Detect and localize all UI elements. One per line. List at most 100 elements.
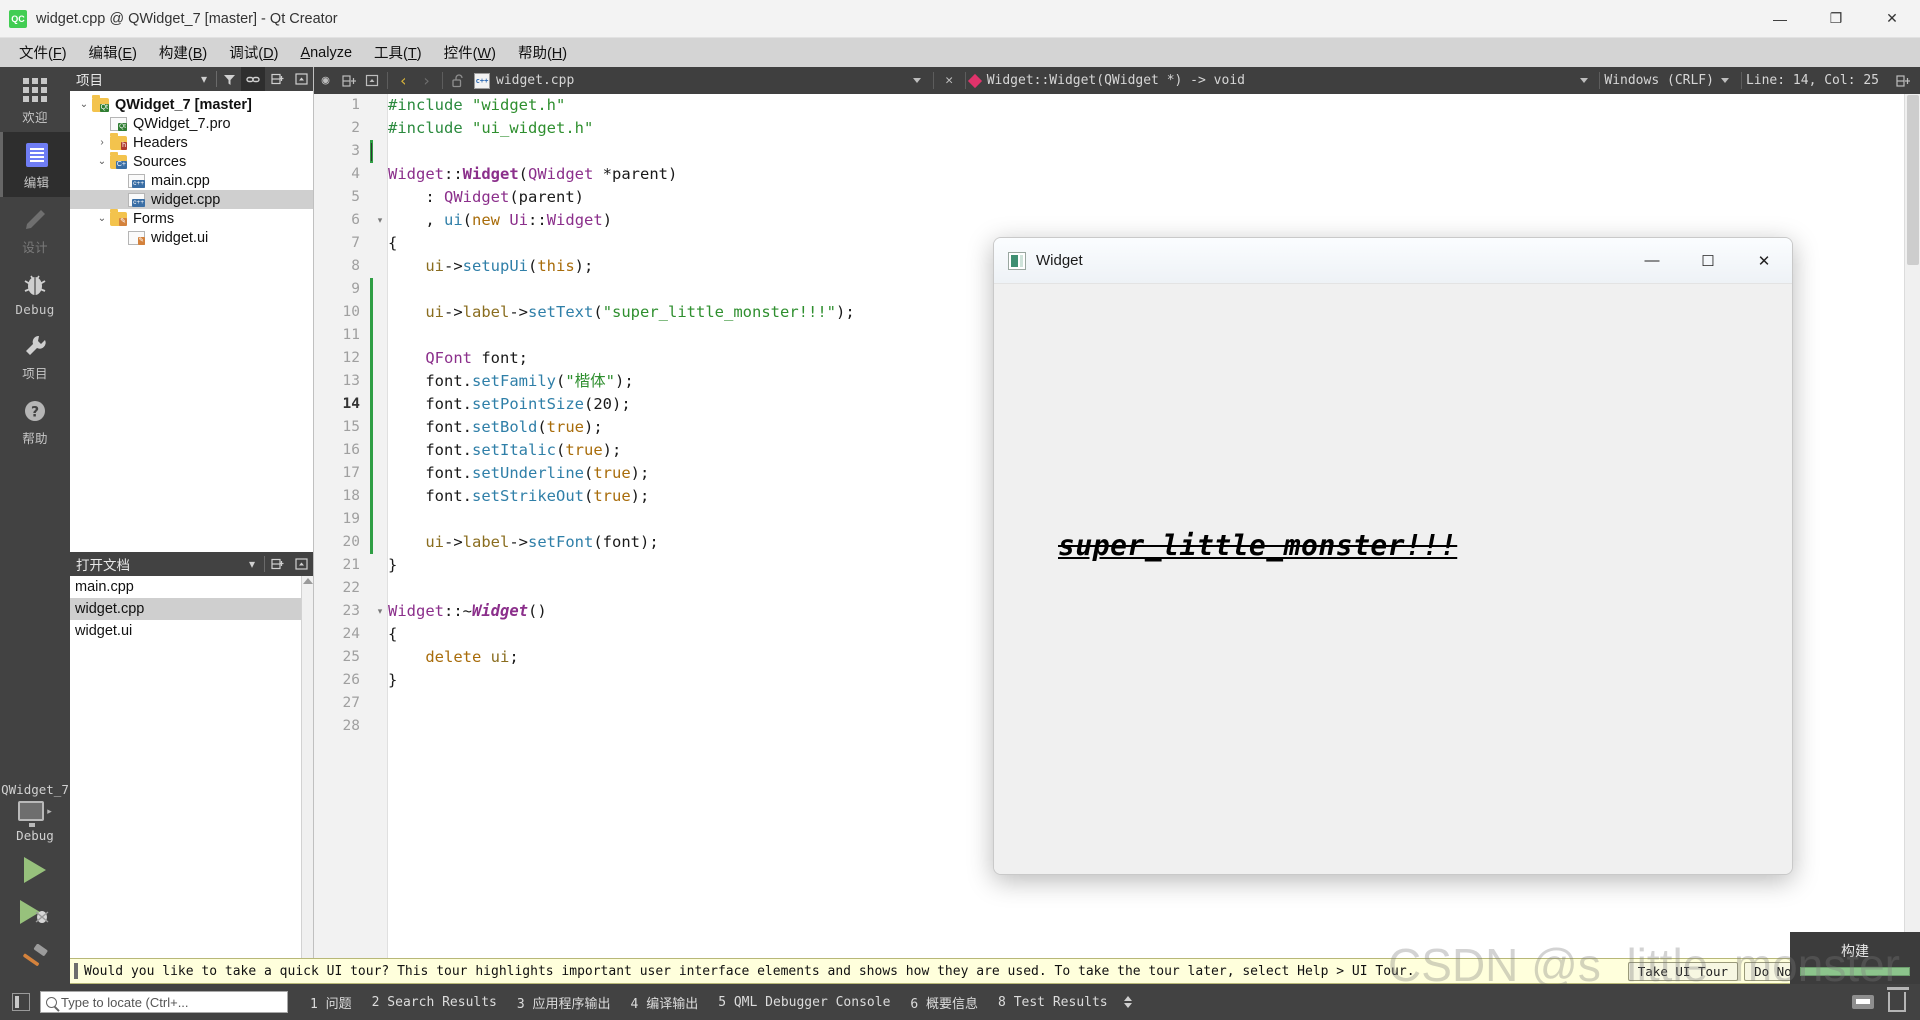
build-progress-popup[interactable]: 构建 xyxy=(1790,932,1920,984)
code-token: QFont xyxy=(425,349,472,367)
menu-item-7[interactable]: 帮助(H) xyxy=(507,38,578,67)
menu-item-3[interactable]: 调试(D) xyxy=(218,38,289,67)
cursor-position-label[interactable]: Line: 14, Col: 25 xyxy=(1746,73,1891,88)
output-pane-6[interactable]: 6 概要信息 xyxy=(900,993,988,1012)
split-icon[interactable] xyxy=(265,552,289,576)
code-line[interactable]: , ui(new Ui::Widget) xyxy=(388,209,1904,232)
widget-app-window[interactable]: Widget — ☐ ✕ super_little_monster!!! xyxy=(993,237,1793,875)
mode-项目[interactable]: 项目 xyxy=(0,323,70,388)
close-document-icon[interactable]: ✕ xyxy=(938,67,961,94)
progress-details-icon[interactable] xyxy=(1852,995,1874,1009)
editor-vertical-scrollbar[interactable] xyxy=(1904,94,1920,975)
line-ending-dropdown-icon[interactable] xyxy=(1714,67,1737,94)
back-arrow-icon[interactable]: ‹ xyxy=(392,67,415,94)
run-button[interactable] xyxy=(24,857,46,883)
code-token: ); xyxy=(835,303,855,321)
line-ending-label[interactable]: Windows (CRLF) xyxy=(1604,73,1714,88)
menu-item-6[interactable]: 控件(W) xyxy=(433,38,507,67)
build-button[interactable] xyxy=(20,943,50,970)
code-line[interactable]: #include "widget.h" xyxy=(388,94,1904,117)
tree-expander-icon[interactable]: ⌄ xyxy=(94,213,110,224)
project-tree[interactable]: ⌄ Qt QWidget_7 [master] Qt QWidget_7.pro › h He… xyxy=(70,91,313,552)
clear-output-icon[interactable] xyxy=(1887,987,1909,1012)
output-panel-updown-icon[interactable] xyxy=(1123,996,1132,1008)
tree-item-label: main.cpp xyxy=(151,172,210,189)
widget-maximize-button[interactable]: ☐ xyxy=(1680,238,1736,284)
tree-item-widget-ui[interactable]: ✎ widget.ui xyxy=(70,228,313,247)
ui-tour-banner: Would you like to take a quick UI tour? … xyxy=(70,958,1920,984)
menu-item-4[interactable]: Analyze xyxy=(289,41,363,65)
scroll-up-icon[interactable] xyxy=(302,578,313,584)
code-line[interactable]: #include "ui_widget.h" xyxy=(388,117,1904,140)
code-token: ui xyxy=(490,648,510,666)
forward-arrow-icon[interactable]: › xyxy=(415,67,438,94)
code-line[interactable]: Widget::Widget(QWidget *parent) xyxy=(388,163,1904,186)
widget-minimize-button[interactable]: — xyxy=(1624,238,1680,284)
unlocked-icon[interactable] xyxy=(447,67,470,94)
tree-item-headers[interactable]: › h Headers xyxy=(70,132,313,152)
toolbar-divider xyxy=(932,72,934,89)
output-pane-3[interactable]: 3 应用程序输出 xyxy=(507,993,621,1012)
tree-item-qwidget-7-master-[interactable]: ⌄ Qt QWidget_7 [master] xyxy=(70,94,313,114)
split-editor-icon[interactable] xyxy=(337,67,360,94)
scrollbar-thumb[interactable] xyxy=(1907,95,1919,265)
editor-history-icon[interactable]: ◉ xyxy=(314,67,337,94)
maximize-button[interactable]: ❐ xyxy=(1808,0,1864,38)
panel-dropdown-icon[interactable]: ▾ xyxy=(192,67,216,91)
close-panel-icon[interactable] xyxy=(289,552,313,576)
locator-input[interactable]: Type to locate (Ctrl+... xyxy=(40,991,288,1013)
debug-button[interactable] xyxy=(18,899,52,928)
open-documents-scrollbar[interactable] xyxy=(301,576,313,984)
tree-expander-icon[interactable]: ⌄ xyxy=(94,156,110,167)
code-line[interactable]: : QWidget(parent) xyxy=(388,186,1904,209)
open-document-main-cpp[interactable]: main.cpp xyxy=(70,576,313,598)
fold-arrow-icon[interactable]: ▾ xyxy=(374,600,386,623)
symbol-combo-label[interactable]: Widget::Widget(QWidget *) -> void xyxy=(987,73,1245,88)
mode-欢迎[interactable]: 欢迎 xyxy=(0,67,70,132)
kit-target-button[interactable]: ▸ xyxy=(18,801,52,827)
tree-item-forms[interactable]: ⌄ ✎ Forms xyxy=(70,208,313,228)
filter-icon[interactable] xyxy=(217,67,241,91)
close-panel-icon[interactable] xyxy=(289,67,313,91)
sidebar-toggle-button[interactable] xyxy=(12,993,30,1011)
menu-item-2[interactable]: 构建(B) xyxy=(148,38,218,67)
line-number: 21 xyxy=(342,557,360,573)
link-icon[interactable] xyxy=(241,67,265,91)
mode-帮助[interactable]: ? 帮助 xyxy=(0,388,70,453)
toolbar-divider xyxy=(387,72,388,89)
current-file-combo[interactable]: c++ widget.cpp xyxy=(470,72,578,89)
tree-item-widget-cpp[interactable]: c++ widget.cpp xyxy=(70,190,313,209)
file-combo-dropdown-icon[interactable] xyxy=(906,67,929,94)
open-documents-list[interactable]: main.cpp widget.cpp widget.ui xyxy=(70,576,313,984)
mode-编辑[interactable]: 编辑 xyxy=(0,132,70,197)
output-pane-2[interactable]: 2 Search Results xyxy=(362,995,507,1010)
menu-item-5[interactable]: 工具(T) xyxy=(363,38,433,67)
tree-item-main-cpp[interactable]: c++ main.cpp xyxy=(70,171,313,190)
output-pane-1[interactable]: 1 问题 xyxy=(300,993,362,1012)
symbol-combo-dropdown-icon[interactable] xyxy=(1572,67,1595,94)
close-button[interactable]: ✕ xyxy=(1864,0,1920,38)
split-right-icon[interactable] xyxy=(1891,67,1914,94)
output-pane-5[interactable]: 5 QML Debugger Console xyxy=(708,995,900,1010)
menu-item-1[interactable]: 编辑(E) xyxy=(78,38,148,67)
open-document-label: widget.cpp xyxy=(75,601,145,617)
split-icon[interactable] xyxy=(265,67,289,91)
panel-dropdown-icon[interactable]: ▾ xyxy=(240,552,264,576)
mode-Debug[interactable]: Debug xyxy=(0,262,70,323)
open-document-widget-cpp[interactable]: widget.cpp xyxy=(70,598,313,620)
tree-item-sources[interactable]: ⌄ C+ Sources xyxy=(70,151,313,171)
code-line[interactable] xyxy=(388,140,1904,163)
output-pane-8[interactable]: 8 Test Results xyxy=(988,995,1118,1010)
tree-item-qwidget-7-pro[interactable]: Qt QWidget_7.pro xyxy=(70,114,313,133)
minimize-button[interactable]: — xyxy=(1752,0,1808,38)
widget-close-button[interactable]: ✕ xyxy=(1736,238,1792,284)
tree-expander-icon[interactable]: ⌄ xyxy=(76,99,92,110)
output-pane-4[interactable]: 4 编译输出 xyxy=(621,993,709,1012)
open-document-widget-ui[interactable]: widget.ui xyxy=(70,620,313,642)
tree-expander-icon[interactable]: › xyxy=(94,137,110,148)
take-ui-tour-button[interactable]: Take UI Tour xyxy=(1627,961,1739,981)
menu-item-0[interactable]: 文件(F) xyxy=(8,38,78,67)
close-split-icon[interactable] xyxy=(360,67,383,94)
fold-arrow-icon[interactable]: ▾ xyxy=(374,209,386,232)
